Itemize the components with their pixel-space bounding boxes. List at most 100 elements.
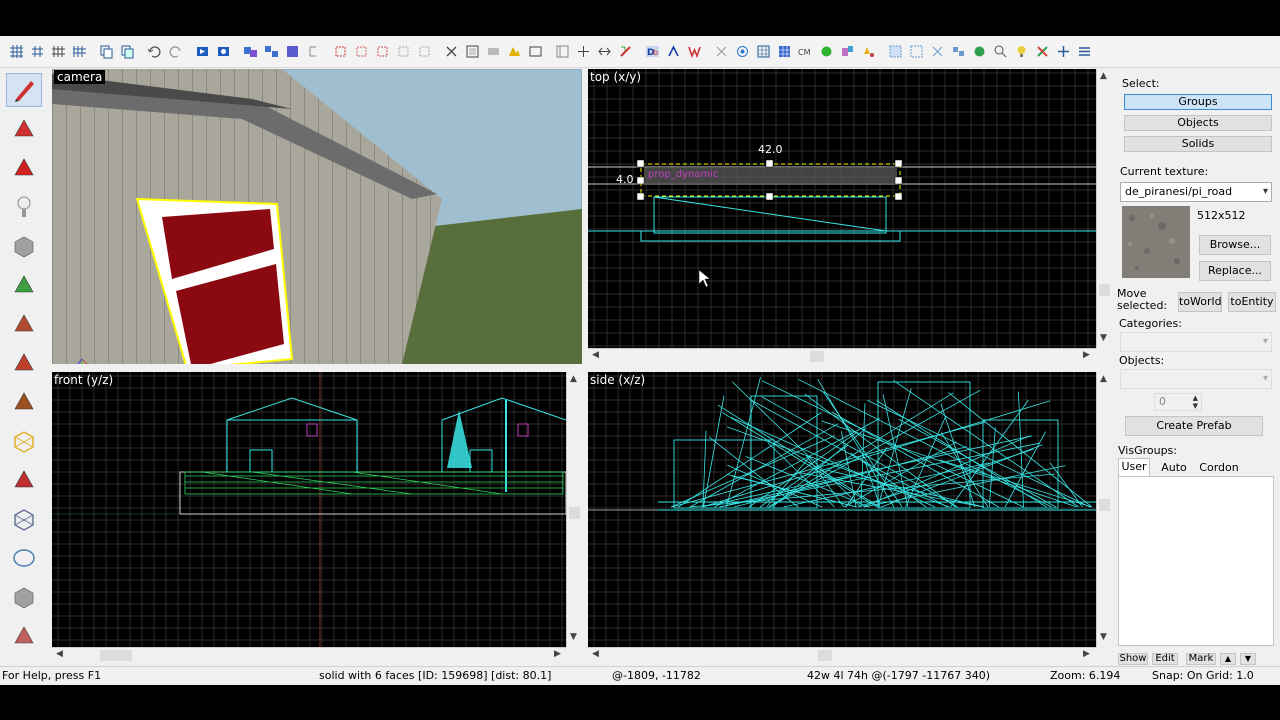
top-vscroll[interactable]: ▲ ▼ [1096, 69, 1112, 348]
sound-icon[interactable] [860, 43, 877, 60]
replace-button[interactable]: Replace... [1199, 261, 1271, 281]
texture-lock-button-icon[interactable]: Db [644, 43, 661, 60]
clip-tool-icon[interactable] [6, 424, 42, 458]
selection-tool-icon[interactable] [6, 73, 42, 107]
texture-lock-icon[interactable] [395, 43, 412, 60]
hide-icon[interactable] [284, 43, 301, 60]
camera-viewport[interactable]: camera [52, 69, 582, 364]
show-helpers-icon[interactable] [734, 43, 751, 60]
settings-icon[interactable] [1076, 43, 1093, 60]
entity-tool-icon[interactable] [6, 190, 42, 224]
undo-icon[interactable] [146, 43, 163, 60]
apply-overlay-tool-icon[interactable] [6, 385, 42, 419]
group-icon[interactable] [242, 43, 259, 60]
dimension-width: 42.0 [758, 143, 783, 156]
block-tool-icon[interactable] [6, 229, 42, 263]
solids-button[interactable]: Solids [1124, 136, 1272, 152]
front-hscroll[interactable]: ◀ ▶ [52, 647, 566, 663]
show-models-icon[interactable] [755, 43, 772, 60]
hide-items-icon[interactable] [713, 43, 730, 60]
apply-texture-tool-icon[interactable] [6, 307, 42, 341]
green-orb-icon[interactable] [818, 43, 835, 60]
world-icon[interactable] [971, 43, 988, 60]
to-world-button[interactable]: toWorld [1178, 292, 1222, 312]
create-prefab-button[interactable]: Create Prefab [1125, 416, 1263, 436]
run-map-icon[interactable] [194, 43, 211, 60]
lock-icon[interactable] [1034, 43, 1051, 60]
texture-app-tool-icon[interactable] [6, 268, 42, 302]
move-down-icon[interactable]: ▼ [1240, 653, 1256, 665]
find-icon[interactable] [992, 43, 1009, 60]
vertex-tool-icon[interactable] [6, 463, 42, 497]
tab-auto[interactable]: Auto [1156, 460, 1192, 476]
select-box-icon[interactable] [908, 43, 925, 60]
edit-button[interactable]: Edit [1152, 653, 1178, 665]
worldspace-icon[interactable] [686, 43, 703, 60]
tab-cordon[interactable]: Cordon [1198, 460, 1240, 476]
entity-icon[interactable] [506, 43, 523, 60]
object-count-value: 0 [1159, 395, 1166, 408]
apply-decal-tool-icon[interactable] [6, 346, 42, 380]
snap-icon[interactable] [1055, 43, 1072, 60]
show-grid-icon[interactable] [776, 43, 793, 60]
browse-button[interactable]: Browse... [1199, 235, 1271, 255]
transform-icon[interactable] [617, 43, 634, 60]
top-hscroll[interactable]: ◀ ▶ [588, 348, 1096, 364]
select-none-icon[interactable] [929, 43, 946, 60]
groups-button[interactable]: Groups [1124, 94, 1272, 110]
light-icon[interactable] [1013, 43, 1030, 60]
objects-combo[interactable]: ▾ [1120, 369, 1272, 389]
status-coords: @-1809, -11782 [612, 669, 701, 682]
tie-icon[interactable] [305, 43, 322, 60]
align-icon[interactable] [575, 43, 592, 60]
side-vscroll[interactable]: ▲ ▼ [1096, 372, 1112, 647]
decal-icon[interactable] [443, 43, 460, 60]
sphere-tool-icon[interactable] [6, 541, 42, 575]
texture-combo[interactable]: de_piranesi/pi_road ▾ [1120, 182, 1272, 202]
objects-button[interactable]: Objects [1124, 115, 1272, 131]
side-viewport[interactable]: side (x/z) [588, 372, 1096, 647]
save-icon[interactable] [374, 43, 391, 60]
clone-icon[interactable] [353, 43, 370, 60]
grid-larger-icon[interactable] [71, 43, 88, 60]
show-button[interactable]: Show [1118, 653, 1148, 665]
object-count-spinner[interactable]: 0 ▲ ▼ [1154, 393, 1202, 411]
grid-3d-icon[interactable] [29, 43, 46, 60]
path-tool-icon[interactable] [6, 502, 42, 536]
visgroups-list[interactable] [1118, 476, 1274, 646]
paste-icon[interactable] [119, 43, 136, 60]
texture-scale-lock-icon[interactable] [665, 43, 682, 60]
front-vscroll[interactable]: ▲ ▼ [566, 372, 582, 647]
mark-button[interactable]: Mark [1186, 653, 1216, 665]
copy-icon[interactable] [98, 43, 115, 60]
cubemap-icon[interactable]: CM [797, 43, 814, 60]
side-viewport-label: side (x/z) [590, 373, 646, 387]
grid-toggle-icon[interactable] [8, 43, 25, 60]
overlay-tool-icon[interactable] [6, 619, 42, 653]
move-up-icon[interactable]: ▲ [1220, 653, 1236, 665]
categories-combo[interactable]: ▾ [1120, 332, 1272, 352]
select-tool-icon[interactable] [464, 43, 481, 60]
camera-icon[interactable] [485, 43, 502, 60]
camera-tool-icon[interactable] [6, 151, 42, 185]
select-all-icon[interactable] [887, 43, 904, 60]
flip-icon[interactable] [596, 43, 613, 60]
redo-icon[interactable] [167, 43, 184, 60]
tab-user[interactable]: User [1118, 458, 1150, 476]
front-viewport[interactable]: front (y/z) [52, 372, 566, 647]
ungroup-icon[interactable] [263, 43, 280, 60]
top-viewport[interactable]: top (x/y) 42.0 4.0 prop_dynamic [588, 69, 1096, 348]
selection-tree-icon[interactable] [950, 43, 967, 60]
to-entity-button[interactable]: toEntity [1228, 292, 1276, 312]
grid-smaller-icon[interactable] [50, 43, 67, 60]
instance-icon[interactable] [839, 43, 856, 60]
texture-icon[interactable] [554, 43, 571, 60]
categories-label: Categories: [1119, 317, 1182, 330]
block-icon[interactable] [527, 43, 544, 60]
texture-app-icon[interactable] [416, 43, 433, 60]
cube-tool-icon[interactable] [6, 580, 42, 614]
magnify-tool-icon[interactable] [6, 112, 42, 146]
cut-icon[interactable] [332, 43, 349, 60]
carve-icon[interactable] [215, 43, 232, 60]
side-hscroll[interactable]: ◀ ▶ [588, 647, 1096, 663]
